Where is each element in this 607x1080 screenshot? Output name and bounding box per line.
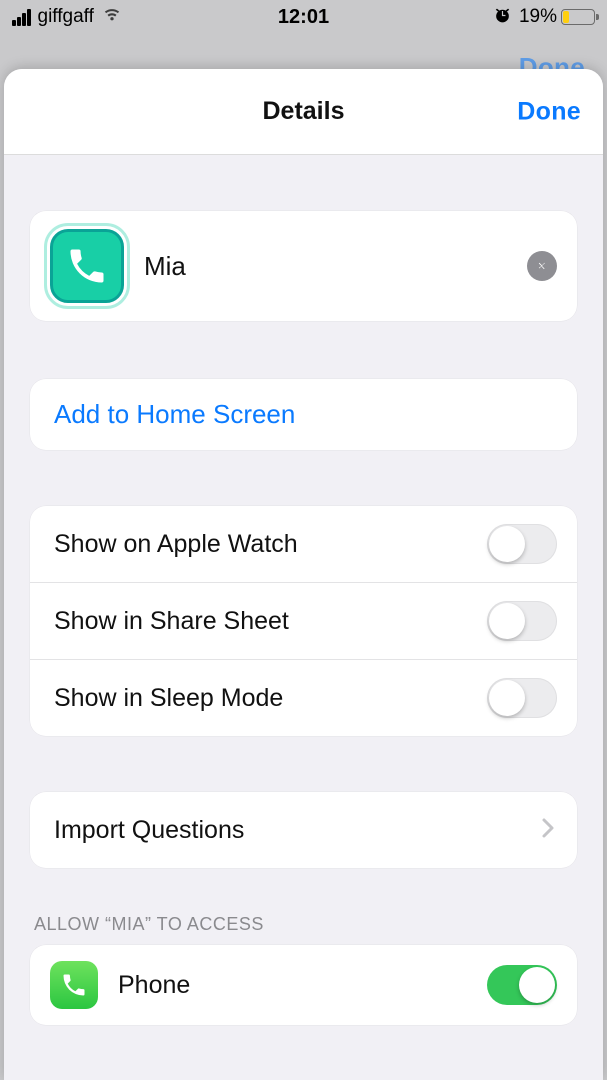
status-bar: giffgaff 12:01 19% [0, 0, 607, 34]
row-label: Show on Apple Watch [54, 530, 298, 559]
import-questions-card[interactable]: Import Questions [30, 792, 577, 868]
phone-icon [65, 244, 109, 288]
access-row-label: Phone [118, 971, 467, 1000]
battery: 19% [519, 6, 595, 28]
toggle-access-phone[interactable] [487, 965, 557, 1005]
status-time: 12:01 [278, 6, 329, 29]
status-right: 19% [493, 5, 595, 29]
import-questions-label: Import Questions [54, 816, 244, 845]
add-home-screen-label: Add to Home Screen [54, 399, 553, 430]
access-row-phone: Phone [30, 945, 577, 1025]
battery-pct: 19% [519, 6, 557, 28]
shortcut-name-input[interactable]: Mia [144, 251, 507, 282]
shortcut-icon-button[interactable] [50, 229, 124, 303]
chevron-right-icon [541, 814, 555, 846]
status-left: giffgaff [12, 5, 123, 30]
done-button[interactable]: Done [517, 97, 581, 126]
sheet-content: Mia Add to Home Screen Show on Apple Wat… [4, 211, 603, 1065]
wifi-icon [101, 5, 123, 30]
access-card: Phone [30, 945, 577, 1025]
row-show-apple-watch: Show on Apple Watch [30, 506, 577, 583]
row-label: Show in Share Sheet [54, 607, 289, 636]
row-label: Show in Sleep Mode [54, 684, 283, 713]
sheet-title: Details [263, 97, 345, 126]
toggle-sleep-mode[interactable] [487, 678, 557, 718]
import-questions-row: Import Questions [30, 792, 577, 868]
details-sheet: Details Done Mia Add to Home Screen Show… [4, 69, 603, 1080]
alarm-icon [493, 5, 512, 29]
toggle-share-sheet[interactable] [487, 601, 557, 641]
access-section-title: ALLOW “MIA” TO ACCESS [34, 914, 573, 935]
toggle-apple-watch[interactable] [487, 524, 557, 564]
carrier-name: giffgaff [38, 6, 94, 28]
battery-icon [561, 9, 595, 25]
add-home-screen-card[interactable]: Add to Home Screen [30, 379, 577, 450]
phone-app-icon [50, 961, 98, 1009]
clear-name-button[interactable] [527, 251, 557, 281]
close-icon [535, 259, 549, 273]
phone-icon [60, 971, 88, 999]
toggle-group: Show on Apple Watch Show in Share Sheet … [30, 506, 577, 736]
row-show-share-sheet: Show in Share Sheet [30, 583, 577, 660]
sheet-header: Details Done [4, 69, 603, 155]
row-show-sleep-mode: Show in Sleep Mode [30, 660, 577, 736]
cellular-signal-icon [12, 8, 31, 26]
shortcut-name-card: Mia [30, 211, 577, 321]
